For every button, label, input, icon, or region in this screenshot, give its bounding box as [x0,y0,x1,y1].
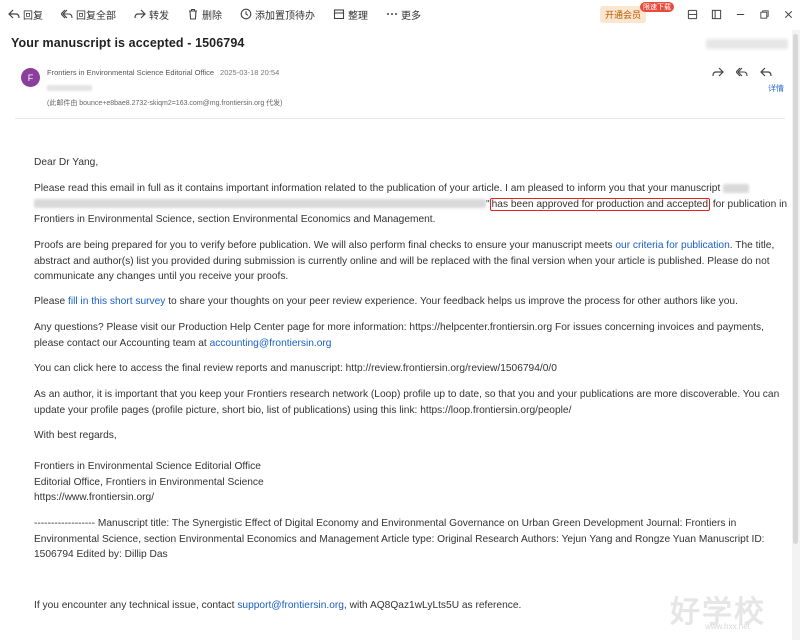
layout-button[interactable] [704,9,728,20]
reply-all-button[interactable]: 回复全部 [61,7,116,22]
vip-button[interactable]: 开通会员 限速下载 [599,1,674,23]
watermark-url: www.hxx.net [705,622,750,631]
redacted-recipient [47,85,92,91]
email-subject: Your manuscript is accepted - 1506794 [11,36,245,50]
accounting-email-link[interactable]: accounting@frontiersin.org [210,338,332,349]
redacted-header-info [706,39,788,49]
more-button[interactable]: 更多 [386,7,421,22]
paragraph-loop-profile: As an author, it is important that you k… [34,389,780,416]
criteria-link[interactable]: our criteria for publication [615,240,729,251]
sent-date: 2025-03-18 20:54 [220,68,280,77]
forward-label: 转发 [149,10,169,22]
header-actions [706,66,778,78]
vip-badge: 限速下载 [640,1,674,12]
reply-all-icon [61,9,73,19]
restore-icon [759,9,769,19]
reply-label: 回复 [23,10,43,22]
paragraph-proofs: Proofs are being prepared for you to ver… [34,240,775,282]
paragraph-review-reports: You can click here to access the final r… [34,363,557,374]
organize-label: 整理 [348,10,368,22]
p1-line3: Frontiers in Environmental Science, sect… [34,214,436,225]
organize-button[interactable]: 整理 [333,7,368,22]
sender-avatar[interactable]: F [21,68,40,87]
paragraph-acceptance: Please read this email in full as it con… [34,181,787,228]
scrollbar-thumb[interactable] [793,34,798,544]
reply-all-icon [736,67,748,77]
header-divider [15,118,785,119]
folder-icon [333,9,345,20]
sender-info: Frontiers in Environmental Science Edito… [47,68,279,77]
highlighted-acceptance: has been approved for production and acc… [489,197,710,211]
sender-name[interactable]: Frontiers in Environmental Science Edito… [47,68,214,77]
paragraph-questions: Any questions? Please visit our Producti… [34,322,764,349]
survey-link[interactable]: fill in this short survey [68,296,165,307]
tag-icon [687,9,697,19]
redacted-text [723,183,750,193]
details-link[interactable]: 详情 [768,83,784,94]
greeting: Dear Dr Yang, [34,157,99,168]
trash-icon [189,8,197,20]
header-forward-button[interactable] [706,66,730,78]
delete-label: 删除 [202,10,222,22]
manuscript-metadata: ------------------ Manuscript title: The… [34,518,765,560]
paragraph-survey: Please fill in this short survey to shar… [34,296,738,307]
reply-button[interactable]: 回复 [8,7,43,22]
p1-line1: Please read this email in full as it con… [34,183,721,194]
forward-icon [134,9,146,19]
restore-button[interactable] [752,9,776,20]
pin-todo-button[interactable]: 添加置顶待办 [240,7,315,22]
delete-button[interactable]: 删除 [187,7,222,22]
clock-icon [240,8,252,20]
reply-icon [760,67,772,77]
forward-icon [712,67,724,77]
minimize-button[interactable] [728,9,752,20]
reply-icon [8,9,20,19]
mail-toolbar: 回复 回复全部 转发 删除 添加置顶待办 整理 更多 开通会员 限速下载 [0,0,800,28]
pin-todo-label: 添加置顶待办 [255,10,315,22]
close-icon [784,10,792,18]
window-controls: 开通会员 限速下载 [599,0,800,28]
proxy-sender-note: (此邮件由 bounce+e8bae8.2732-skiqm2=163.com@… [47,100,283,107]
reply-all-label: 回复全部 [76,10,116,22]
header-reply-all-button[interactable] [730,66,754,78]
support-email-link[interactable]: support@frontiersin.org [237,600,344,611]
header-reply-button[interactable] [754,66,778,78]
redacted-manuscript-title [34,199,486,209]
split-view-icon [711,9,721,19]
minimize-icon [736,13,744,15]
signature: Frontiers in Environmental Science Edito… [34,461,264,503]
more-dots-icon [387,13,397,15]
more-label: 更多 [401,10,421,22]
close-button[interactable] [776,9,800,20]
vip-label: 开通会员 [604,9,641,20]
regards: With best regards, [34,430,117,441]
forward-button[interactable]: 转发 [134,7,169,22]
tag-button[interactable] [680,9,704,20]
